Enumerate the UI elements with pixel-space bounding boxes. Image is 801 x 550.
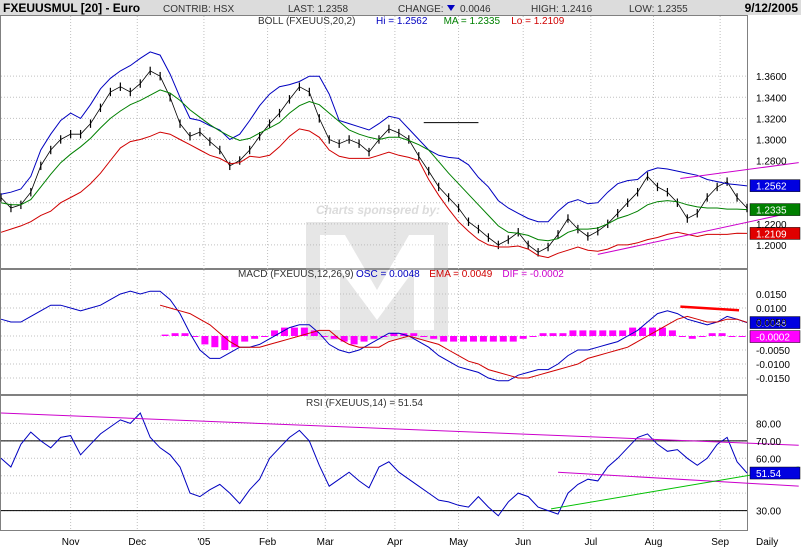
macd-histogram-bar [489, 336, 497, 342]
macd-histogram-bar [430, 336, 438, 339]
value-tag-label: 1.2335 [756, 206, 787, 217]
x-tick-label: Mar [317, 537, 335, 548]
legend-entry: Hi = 1.2562 [376, 16, 428, 27]
macd-histogram-bar [171, 333, 179, 336]
x-tick-label: Jun [515, 537, 531, 548]
chart-canvas: FXEUUSMUL [20] - Euro CONTRIB: HSX LAST:… [0, 0, 801, 548]
y-tick-label: 1.3000 [756, 135, 787, 146]
x-tick-label: Feb [259, 537, 277, 548]
y-tick-label: 1.2800 [756, 157, 787, 168]
chart-date: 9/12/2005 [745, 1, 799, 15]
macd-histogram-bar [678, 336, 686, 337]
macd-histogram-bar [549, 333, 557, 336]
y-tick-label: 1.3200 [756, 114, 787, 125]
panel-title: BOLL (FXEUUS,20,2) [258, 16, 355, 27]
macd-histogram-bar [569, 330, 577, 336]
value-tag-label: 1.2109 [756, 229, 787, 240]
y-tick-label: -0.0150 [756, 374, 790, 385]
macd-histogram-bar [450, 336, 458, 342]
y-tick-label: 1.3400 [756, 93, 787, 104]
macd-histogram-bar [350, 336, 358, 345]
x-tick-label: Apr [387, 537, 403, 548]
value-tag-label: 1.2562 [756, 182, 787, 193]
legend-entry: OSC = 0.0048 [356, 269, 420, 280]
panel-title: MACD (FXEUUS,12,26,9) [238, 269, 354, 280]
macd-histogram-bar [261, 336, 269, 337]
macd-histogram-bar [221, 336, 229, 350]
macd-histogram-bar [509, 336, 517, 342]
macd-histogram-bar [599, 330, 607, 336]
change-label: CHANGE: [398, 4, 444, 15]
y-tick-label: -0.0050 [756, 346, 790, 357]
macd-histogram-bar [241, 336, 249, 342]
legend-entry: DIF = -0.0002 [502, 269, 564, 280]
y-tick-label: 0.0050 [756, 318, 787, 329]
macd-histogram-bar [738, 336, 746, 337]
high-price: HIGH: 1.2416 [531, 4, 593, 15]
macd-histogram-bar [161, 334, 169, 336]
y-tick-label: 80.00 [756, 419, 781, 430]
macd-histogram-bar [688, 336, 696, 339]
macd-histogram-bar [251, 336, 259, 339]
macd-histogram-bar [360, 336, 368, 342]
y-tick-label: 70.00 [756, 437, 781, 448]
change-value: 0.0046 [460, 4, 491, 15]
x-tick-label: Dec [128, 537, 146, 548]
macd-histogram-bar [539, 333, 547, 336]
macd-histogram-bar [410, 333, 418, 336]
macd-histogram-bar [708, 333, 716, 336]
macd-histogram-bar [479, 336, 487, 342]
macd-histogram-bar [469, 336, 477, 342]
macd-histogram-bar [579, 330, 587, 336]
legend-entry: Lo = 1.2109 [511, 16, 565, 27]
macd-histogram-bar [619, 330, 627, 336]
x-tick-label: May [449, 537, 468, 548]
value-tag-label: -0.0002 [756, 333, 790, 344]
legend-entry: EMA = 0.0049 [429, 269, 493, 280]
low-price: LOW: 1.2355 [629, 4, 688, 15]
y-tick-label: 1.2200 [756, 220, 787, 231]
x-tick-label: Sep [711, 537, 729, 548]
y-tick-label: 0.0150 [756, 290, 787, 301]
y-tick-label: 1.2000 [756, 241, 787, 252]
macd-histogram-bar [181, 333, 189, 336]
symbol-title: FXEUUSMUL [20] - Euro [3, 1, 140, 15]
legend-entry: MA = 1.2335 [444, 16, 501, 27]
panel-title: RSI (FXEUUS,14) = 51.54 [306, 398, 423, 409]
last-price: LAST: 1.2358 [288, 4, 348, 15]
contrib-label: CONTRIB: HSX [163, 4, 234, 15]
y-tick-label: 60.00 [756, 454, 781, 465]
x-tick-label: Aug [645, 537, 663, 548]
macd-histogram-bar [609, 330, 617, 336]
macd-histogram-bar [589, 330, 597, 336]
x-period-label: Daily [756, 537, 778, 548]
x-tick-label: Jul [584, 537, 597, 548]
y-tick-label: 30.00 [756, 507, 781, 518]
y-tick-label: 0.0100 [756, 304, 787, 315]
macd-histogram-bar [529, 336, 537, 337]
macd-histogram-bar [519, 336, 527, 339]
macd-histogram-bar [370, 336, 378, 339]
macd-histogram-bar [460, 336, 468, 342]
macd-histogram-bar [559, 333, 567, 336]
x-tick-label: Nov [62, 537, 80, 548]
macd-histogram-bar [698, 336, 706, 337]
x-tick-label: '05 [197, 537, 210, 548]
y-tick-label: 1.3600 [756, 72, 787, 83]
macd-histogram-bar [211, 336, 219, 348]
value-tag-label: 51.54 [756, 469, 781, 480]
macd-histogram-bar [728, 336, 736, 337]
y-tick-label: -0.0100 [756, 360, 790, 371]
sponsor-text: Charts sponsored by: [316, 203, 440, 217]
macd-histogram-bar [420, 336, 428, 337]
macd-histogram-bar [718, 333, 726, 336]
macd-histogram-bar [290, 327, 298, 336]
macd-histogram-bar [499, 336, 507, 342]
macd-histogram-bar [440, 336, 448, 342]
macd-histogram-bar [668, 330, 676, 336]
macd-histogram-bar [201, 336, 209, 345]
